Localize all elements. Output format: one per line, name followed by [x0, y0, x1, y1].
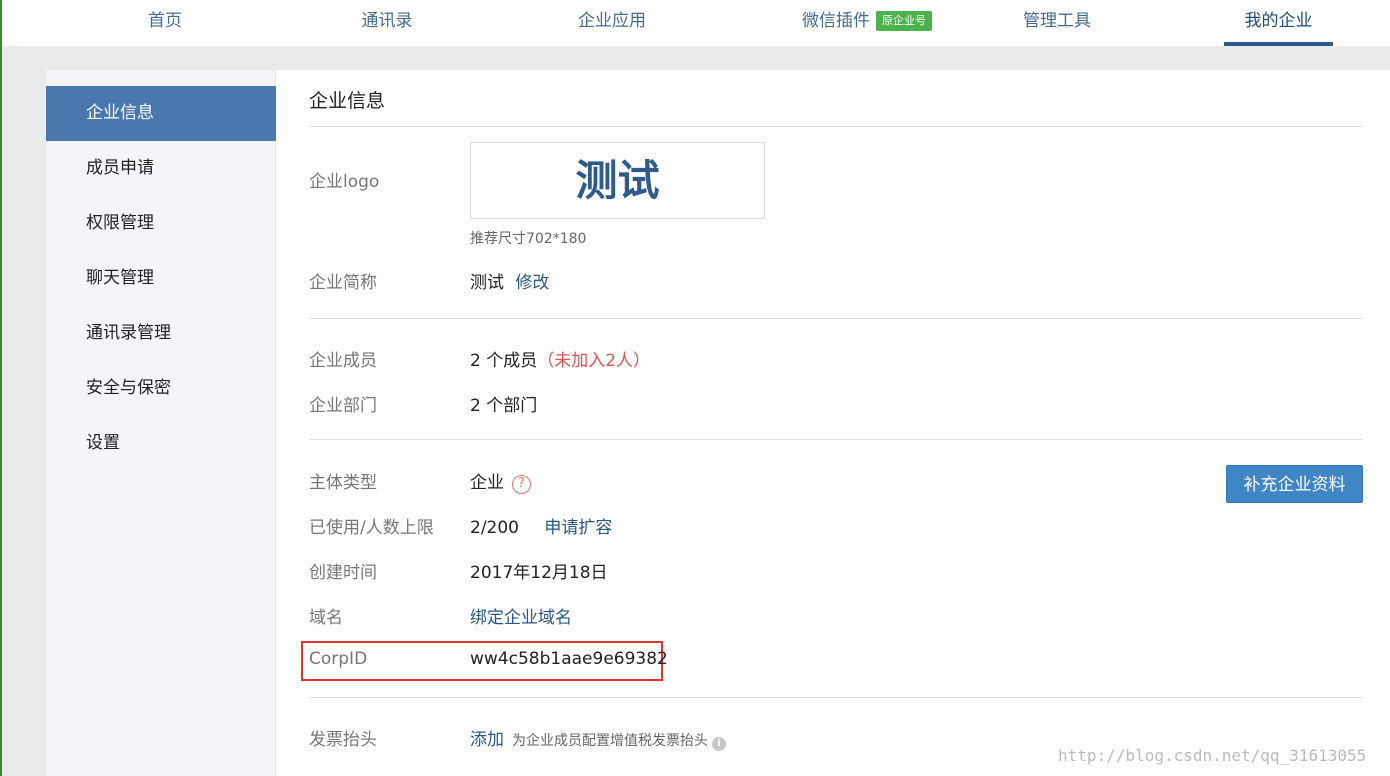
nav-apps[interactable]: 企业应用	[562, 0, 662, 46]
usage-row: 2/200 申请扩容	[470, 513, 612, 538]
content-card: 企业信息 成员申请 权限管理 聊天管理 通讯录管理 安全与保密 设置 企业信息 …	[46, 70, 1390, 776]
members-row: 2 个成员（未加入2人）	[470, 346, 650, 371]
sidebar-item-security[interactable]: 安全与保密	[46, 361, 276, 416]
supplement-info-button[interactable]: 补充企业资料	[1226, 465, 1363, 503]
members-label: 企业成员	[309, 351, 377, 371]
logo-label: 企业logo	[309, 172, 380, 192]
corpid-label: CorpID	[309, 649, 368, 669]
sidebar-item-contacts-management[interactable]: 通讯录管理	[46, 306, 276, 361]
domain-label: 域名	[309, 608, 343, 628]
expand-capacity-link[interactable]: 申请扩容	[544, 518, 612, 538]
sidebar: 企业信息 成员申请 权限管理 聊天管理 通讯录管理 安全与保密 设置	[46, 70, 276, 776]
short-name-value: 测试	[470, 273, 504, 293]
nav-home[interactable]: 首页	[125, 0, 205, 46]
invoice-label: 发票抬头	[309, 730, 377, 750]
bind-domain-link[interactable]: 绑定企业域名	[470, 603, 572, 628]
invoice-hint: 为企业成员配置增值税发票抬头	[512, 733, 708, 749]
departments-count: 2 个部门	[470, 396, 538, 416]
divider	[309, 697, 1363, 698]
usage-label: 已使用/人数上限	[309, 518, 434, 538]
info-icon[interactable]: i	[712, 737, 726, 751]
sidebar-item-company-info[interactable]: 企业信息	[46, 86, 276, 141]
entity-type-row: 企业?	[470, 468, 531, 494]
logo-size-hint: 推荐尺寸702*180	[470, 231, 587, 247]
watermark: http://blog.csdn.net/qq_31613055	[1058, 746, 1367, 765]
nav-my-company[interactable]: 我的企业	[1224, 0, 1333, 46]
usage-value: 2/200	[470, 518, 519, 538]
members-count: 2 个成员	[470, 351, 538, 371]
sidebar-item-permissions[interactable]: 权限管理	[46, 196, 276, 251]
short-name-label: 企业简称	[309, 273, 377, 293]
nav-admin-tools[interactable]: 管理工具	[1007, 0, 1107, 46]
nav-wechat-plugin-label: 微信插件	[802, 11, 870, 31]
corpid-value: ww4c58b1aae9e69382	[470, 649, 668, 669]
edit-short-name-link[interactable]: 修改	[515, 273, 549, 293]
sidebar-item-member-requests[interactable]: 成员申请	[46, 141, 276, 196]
company-logo[interactable]: 测试	[470, 142, 765, 219]
help-icon[interactable]: ?	[512, 475, 531, 494]
top-nav: 首页 通讯录 企业应用 微信插件 原企业号 管理工具 我的企业	[2, 0, 1390, 46]
short-name-row: 测试 修改	[470, 268, 549, 293]
divider	[309, 126, 1363, 127]
page-title: 企业信息	[309, 90, 386, 112]
main-panel: 企业信息 企业logo 测试 推荐尺寸702*180 企业简称 测试 修改 企业…	[301, 70, 1363, 776]
entity-type-label: 主体类型	[309, 473, 377, 493]
nav-wechat-plugin[interactable]: 微信插件 原企业号	[782, 0, 952, 46]
created-label: 创建时间	[309, 563, 377, 583]
legacy-badge: 原企业号	[876, 11, 932, 31]
invoice-row: 添加 为企业成员配置增值税发票抬头 i	[470, 725, 726, 751]
divider	[309, 439, 1363, 440]
add-invoice-link[interactable]: 添加	[470, 730, 504, 750]
sidebar-item-chat-management[interactable]: 聊天管理	[46, 251, 276, 306]
entity-type-value: 企业	[470, 473, 504, 493]
window-left-edge	[0, 0, 2, 776]
nav-contacts[interactable]: 通讯录	[337, 0, 437, 46]
created-value: 2017年12月18日	[470, 563, 608, 583]
divider	[309, 318, 1363, 319]
members-pending[interactable]: （未加入2人）	[537, 351, 650, 371]
departments-label: 企业部门	[309, 396, 377, 416]
sidebar-item-settings[interactable]: 设置	[46, 416, 276, 471]
